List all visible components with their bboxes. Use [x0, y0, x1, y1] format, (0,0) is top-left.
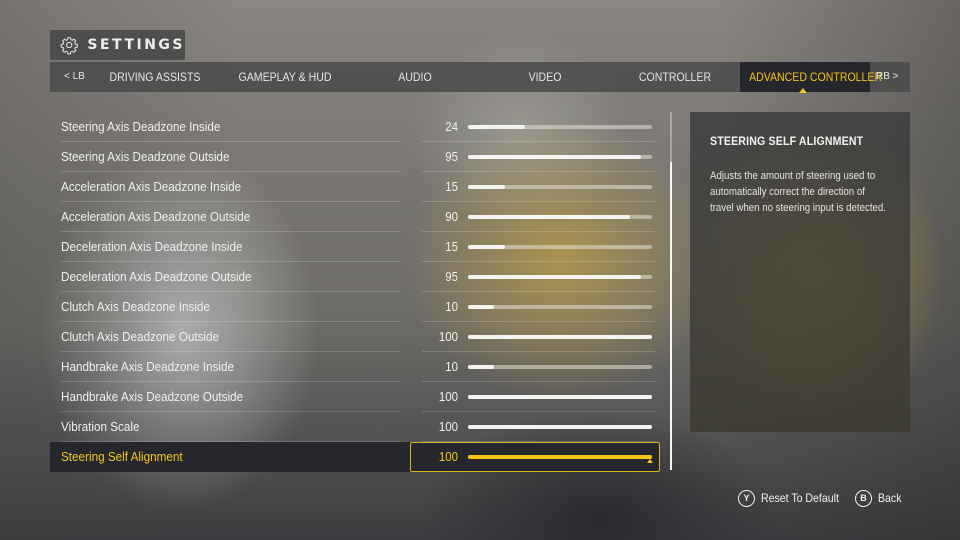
- active-tab-indicator: [799, 88, 807, 93]
- slider-fill: [468, 125, 525, 129]
- slider-fill: [468, 215, 630, 219]
- slider-fill: [468, 275, 641, 279]
- setting-value: 24: [445, 119, 458, 134]
- settings-header: SETTINGS: [50, 30, 185, 60]
- tab-video[interactable]: VIDEO: [505, 62, 584, 92]
- setting-value: 95: [445, 149, 458, 164]
- setting-label: Handbrake Axis Deadzone Outside: [61, 389, 244, 404]
- slider-fill: [468, 365, 494, 369]
- y-button-icon: Y: [738, 489, 755, 507]
- setting-label: Handbrake Axis Deadzone Inside: [61, 359, 235, 374]
- slider-track[interactable]: [468, 125, 652, 129]
- tab-advanced-controller-label: ADVANCED CONTROLLER: [749, 70, 883, 84]
- setting-value: 10: [445, 359, 458, 374]
- setting-row[interactable]: Clutch Axis Deadzone Inside 10: [50, 292, 660, 322]
- setting-label: Clutch Axis Deadzone Inside: [61, 299, 210, 314]
- slider-track[interactable]: [468, 185, 652, 189]
- tab-controller[interactable]: CONTROLLER: [631, 62, 719, 92]
- setting-row[interactable]: Deceleration Axis Deadzone Inside 15: [50, 232, 660, 262]
- setting-value: 15: [445, 179, 458, 194]
- next-tab-bumper[interactable]: RB >: [876, 62, 899, 92]
- slider-fill: [468, 155, 641, 159]
- slider-track[interactable]: [468, 245, 652, 249]
- slider-handle-icon[interactable]: [647, 459, 653, 463]
- tab-audio[interactable]: AUDIO: [375, 62, 454, 92]
- setting-value: 15: [445, 239, 458, 254]
- setting-row[interactable]: Steering Axis Deadzone Inside 24: [50, 112, 660, 142]
- prev-tab-bumper[interactable]: < LB: [64, 62, 85, 92]
- settings-list: Steering Axis Deadzone Inside 24 Steerin…: [50, 112, 660, 472]
- description-title: STEERING SELF ALIGNMENT: [710, 134, 864, 148]
- setting-label: Vibration Scale: [61, 419, 140, 434]
- slider-track[interactable]: [468, 215, 652, 219]
- slider-track[interactable]: [468, 455, 652, 459]
- slider-fill: [468, 245, 505, 249]
- setting-row[interactable]: Steering Axis Deadzone Outside 95: [50, 142, 660, 172]
- setting-row[interactable]: Acceleration Axis Deadzone Inside 15: [50, 172, 660, 202]
- setting-value: 10: [445, 299, 458, 314]
- setting-value: 100: [438, 389, 458, 404]
- setting-row[interactable]: Steering Self Alignment 100: [50, 442, 660, 472]
- setting-label: Steering Self Alignment: [61, 449, 183, 464]
- back-label: Back: [878, 491, 902, 505]
- slider-track[interactable]: [468, 275, 652, 279]
- description-panel: STEERING SELF ALIGNMENT Adjusts the amou…: [690, 112, 910, 432]
- reset-to-default-label: Reset To Default: [761, 491, 839, 505]
- setting-value: 100: [438, 329, 458, 344]
- page-title: SETTINGS: [87, 37, 185, 53]
- slider-track[interactable]: [468, 395, 652, 399]
- setting-label: Steering Axis Deadzone Outside: [61, 149, 230, 164]
- setting-value: 100: [438, 449, 458, 464]
- description-body: Adjusts the amount of steering used to a…: [710, 170, 886, 214]
- slider-fill: [468, 305, 494, 309]
- gear-icon: [60, 37, 78, 55]
- slider-track[interactable]: [468, 425, 652, 429]
- tab-bar: < LB DRIVING ASSISTS GAMEPLAY & HUD AUDI…: [50, 62, 910, 92]
- tab-gameplay-hud[interactable]: GAMEPLAY & HUD: [237, 62, 334, 92]
- slider-track[interactable]: [468, 155, 652, 159]
- setting-value: 95: [445, 269, 458, 284]
- reset-to-default-button[interactable]: Y Reset To Default: [738, 488, 850, 508]
- setting-row[interactable]: Clutch Axis Deadzone Outside 100: [50, 322, 660, 352]
- slider-track[interactable]: [468, 305, 652, 309]
- setting-row[interactable]: Handbrake Axis Deadzone Outside 100: [50, 382, 660, 412]
- back-button[interactable]: B Back: [855, 488, 905, 508]
- setting-label: Acceleration Axis Deadzone Outside: [61, 209, 251, 224]
- setting-value: 100: [438, 419, 458, 434]
- setting-label: Clutch Axis Deadzone Outside: [61, 329, 220, 344]
- b-button-icon: B: [855, 489, 872, 507]
- setting-row[interactable]: Deceleration Axis Deadzone Outside 95: [50, 262, 660, 292]
- slider-fill: [468, 455, 652, 459]
- slider-fill: [468, 425, 652, 429]
- setting-label: Acceleration Axis Deadzone Inside: [61, 179, 242, 194]
- setting-row[interactable]: Acceleration Axis Deadzone Outside 90: [50, 202, 660, 232]
- slider-track[interactable]: [468, 365, 652, 369]
- scrollbar-thumb[interactable]: [670, 162, 672, 470]
- slider-fill: [468, 335, 652, 339]
- slider-fill: [468, 395, 652, 399]
- setting-row[interactable]: Vibration Scale 100: [50, 412, 660, 442]
- setting-label: Steering Axis Deadzone Inside: [61, 119, 221, 134]
- tab-driving-assists[interactable]: DRIVING ASSISTS: [107, 62, 204, 92]
- slider-track[interactable]: [468, 335, 652, 339]
- setting-row[interactable]: Handbrake Axis Deadzone Inside 10: [50, 352, 660, 382]
- setting-label: Deceleration Axis Deadzone Outside: [61, 269, 252, 284]
- setting-label: Deceleration Axis Deadzone Inside: [61, 239, 243, 254]
- setting-value: 90: [445, 209, 458, 224]
- scrollbar-track[interactable]: [670, 112, 672, 470]
- slider-fill: [468, 185, 505, 189]
